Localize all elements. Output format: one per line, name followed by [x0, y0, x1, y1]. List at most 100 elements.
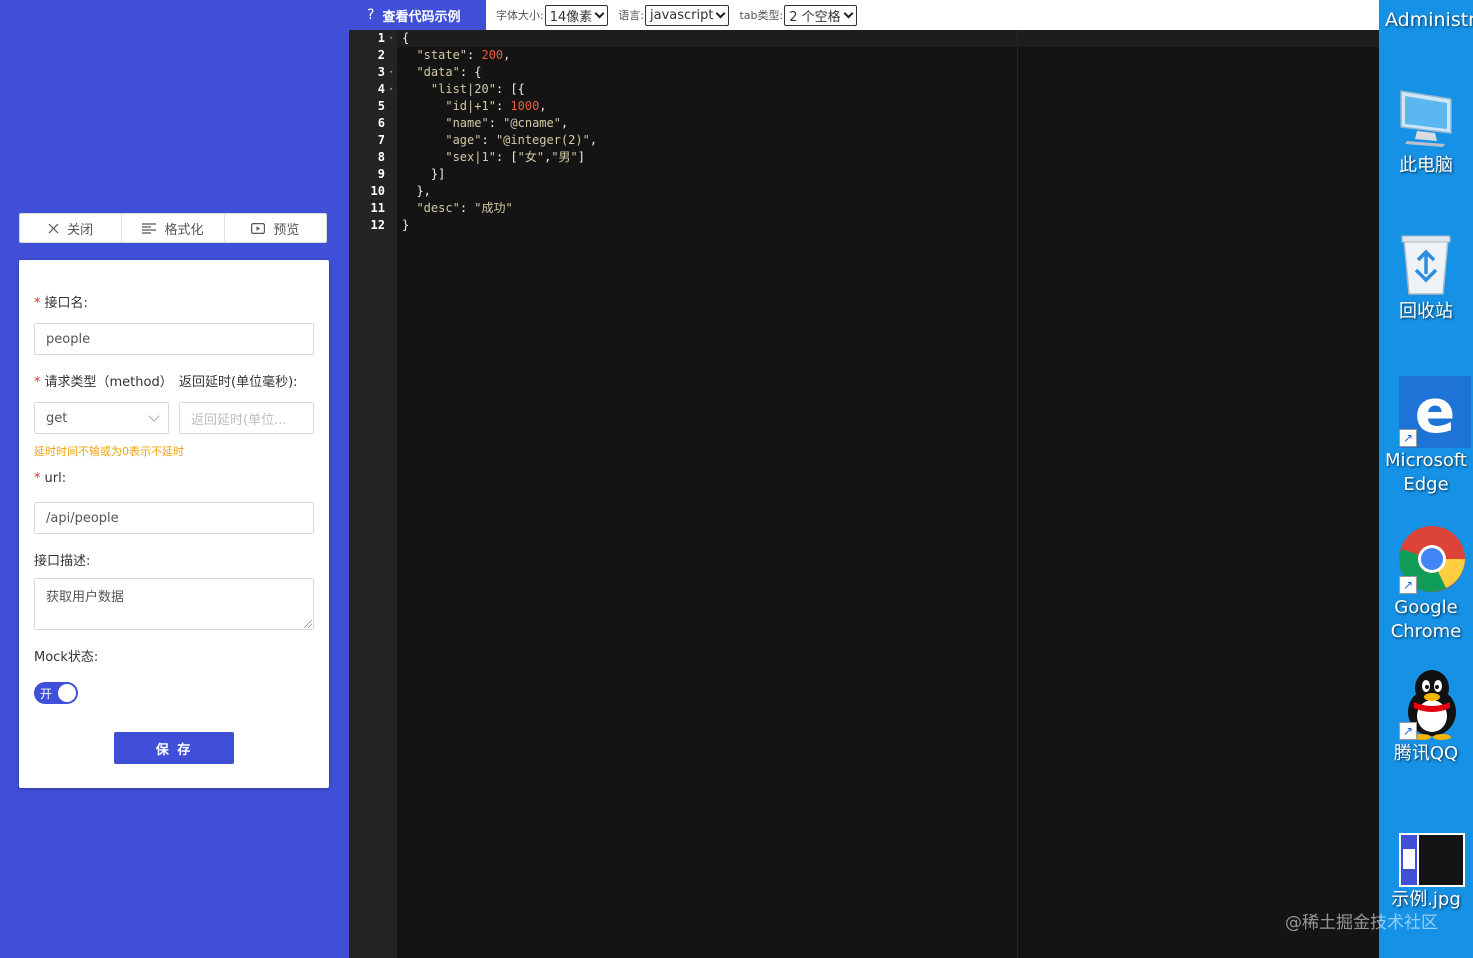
shortcut-arrow-icon: ↗: [1399, 576, 1417, 594]
view-example-button[interactable]: ? 查看代码示例: [349, 0, 486, 30]
shortcut-arrow-icon: ↗: [1399, 429, 1417, 447]
line-number: 10: [370, 184, 385, 198]
code-punctuation: }: [402, 218, 410, 232]
desktop-icon-qq[interactable]: ↗ 腾讯QQ: [1379, 666, 1473, 766]
code-punctuation: [402, 99, 445, 113]
line-number: 11: [370, 201, 385, 215]
desktop-icon-recycle-bin[interactable]: 回收站: [1379, 228, 1473, 324]
align-left-icon: [142, 222, 157, 234]
desktop-icon-this-pc[interactable]: 此电脑: [1379, 82, 1473, 178]
code-punctuation: : [{: [495, 82, 525, 96]
code-string: "name": [445, 116, 489, 130]
code-punctuation: },: [402, 184, 431, 198]
desktop-icon-example-jpg[interactable]: 示例.jpg: [1379, 832, 1473, 912]
code-line: "list|20": [{: [402, 81, 525, 98]
code-punctuation: [402, 116, 445, 130]
edge-icon: e ↗: [1379, 375, 1473, 449]
preview-button[interactable]: 预览: [223, 214, 326, 242]
name-label: 接口名:: [44, 296, 88, 311]
desc-textarea[interactable]: 获取用户数据: [34, 578, 314, 630]
save-button[interactable]: 保 存: [114, 732, 234, 764]
code-line: }]: [402, 166, 445, 183]
name-input[interactable]: people: [34, 323, 314, 355]
code-punctuation: [402, 133, 445, 147]
code-line: "name": "@cname",: [402, 115, 568, 132]
code-number: 1000: [510, 99, 540, 113]
method-label: 请求类型（method）: [44, 375, 173, 390]
code-string: "list|20": [430, 82, 496, 96]
windows-desktop: Administr 此电脑 回收站 e ↗ Microsoft Edge ↗ G…: [1379, 0, 1473, 958]
code-editor[interactable]: 1 ▾ 2 3 ▾ 4 ▾ 5 6 7 8 9 10 11 12 { "state": 200, "data…: [349, 30, 1379, 958]
desktop-icon-label: Microsoft Edge: [1385, 450, 1467, 495]
close-icon: [48, 223, 59, 234]
code-line: }: [402, 217, 409, 234]
desktop-icon-edge[interactable]: e ↗ Microsoft Edge: [1379, 375, 1473, 497]
play-screen-icon: [251, 222, 266, 234]
code-punctuation: :: [467, 48, 482, 62]
toggle-knob: [58, 684, 76, 702]
code-punctuation: [402, 48, 416, 62]
code-punctuation: [402, 65, 416, 79]
desc-label: 接口描述:: [34, 554, 91, 569]
desktop-icon-label: 回收站: [1399, 301, 1453, 322]
code-punctuation: :: [495, 99, 511, 113]
format-button[interactable]: 格式化: [121, 214, 223, 242]
code-punctuation: :: [488, 116, 504, 130]
svg-text:e: e: [1415, 377, 1456, 447]
code-punctuation: ,: [560, 116, 569, 130]
code-line: },: [402, 183, 431, 200]
code-line: "sex|1": ["女","男"]: [402, 149, 585, 166]
tab-type-option: tab类型: 2 个空格: [739, 4, 857, 26]
name-label-row: * 接口名:: [34, 292, 88, 311]
method-select[interactable]: get: [34, 402, 169, 434]
fold-arrow-icon[interactable]: ▾: [389, 30, 393, 47]
resize-grip-icon[interactable]: [304, 620, 312, 628]
code-line: "age": "@integer(2)",: [402, 132, 597, 149]
tab-type-value: 2 个空格: [789, 9, 841, 25]
code-string: "desc": [416, 201, 460, 215]
code-line: "state": 200,: [402, 47, 510, 64]
language-select[interactable]: javascript: [644, 4, 730, 26]
url-input[interactable]: /api/people: [34, 502, 314, 534]
editor-topbar: ? 查看代码示例 字体大小: 14像素 语言: javascript tab类型…: [349, 0, 1379, 30]
code-punctuation: ,: [539, 99, 547, 113]
desktop-icon-chrome[interactable]: ↗ Google Chrome: [1379, 522, 1473, 644]
required-mark: *: [34, 375, 41, 390]
line-number-gutter: 1 ▾ 2 3 ▾ 4 ▾ 5 6 7 8 9 10 11 12: [349, 30, 397, 958]
line-number: 5: [377, 99, 385, 113]
code-punctuation: [402, 201, 416, 215]
code-line: {: [402, 30, 409, 47]
desktop-icon-label: 此电脑: [1399, 155, 1453, 176]
mock-toggle[interactable]: 开: [34, 682, 78, 704]
chevron-down-icon: [843, 8, 854, 19]
required-mark: *: [34, 296, 41, 311]
method-label-row: * 请求类型（method）: [34, 371, 173, 390]
line-number: 1: [377, 31, 385, 45]
code-line: "id|+1": 1000,: [402, 98, 547, 115]
delay-input[interactable]: 返回延时(单位...: [179, 402, 314, 434]
chevron-down-icon: [594, 8, 605, 19]
code-string: "女": [517, 150, 545, 164]
fold-arrow-icon[interactable]: ▾: [389, 81, 393, 98]
close-button-label: 关闭: [67, 222, 94, 238]
close-button[interactable]: 关闭: [20, 214, 121, 242]
question-icon: ?: [367, 7, 375, 23]
image-file-icon: [1379, 832, 1473, 888]
language-option: 语言: javascript: [618, 4, 730, 26]
format-button-label: 格式化: [164, 222, 204, 238]
font-size-label: 字体大小:: [496, 9, 544, 22]
code-punctuation: {: [402, 31, 410, 45]
shortcut-arrow-icon: ↗: [1399, 722, 1417, 740]
user-folder-label[interactable]: Administr: [1385, 9, 1473, 31]
fold-arrow-icon[interactable]: ▾: [389, 64, 393, 81]
desktop-icon-label: 腾讯QQ: [1393, 743, 1459, 764]
required-mark: *: [34, 471, 41, 486]
tab-type-label: tab类型:: [739, 9, 784, 22]
font-size-select[interactable]: 14像素: [544, 4, 609, 26]
form-toolbar: 关闭 格式化 预览: [19, 213, 327, 243]
recycle-bin-icon: [1379, 228, 1473, 300]
code-punctuation: :: [481, 133, 496, 147]
font-size-value: 14像素: [549, 9, 593, 25]
tab-type-select[interactable]: 2 个空格: [784, 4, 857, 26]
line-number: 12: [370, 218, 385, 232]
